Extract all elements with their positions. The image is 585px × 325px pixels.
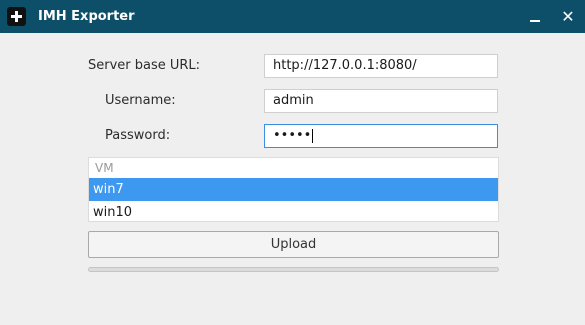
upload-progress-bar — [88, 267, 499, 272]
username-value: admin — [273, 93, 314, 108]
password-value: ••••• — [273, 128, 312, 143]
server-url-value: http://127.0.0.1:8080/ — [273, 58, 417, 73]
text-caret — [312, 128, 314, 143]
vm-list-item-win10[interactable]: win10 — [89, 201, 498, 224]
vm-list-header[interactable]: VM — [89, 158, 498, 178]
minimize-button[interactable] — [523, 0, 547, 33]
window-title: IMH Exporter — [38, 9, 135, 24]
password-input[interactable]: ••••• — [264, 124, 498, 148]
upload-button[interactable]: Upload — [88, 231, 499, 258]
exporter-window: IMH Exporter ✕ Server base URL: http://1… — [0, 0, 585, 325]
vm-list-item-win7[interactable]: win7 — [89, 178, 498, 201]
server-url-label: Server base URL: — [88, 58, 201, 73]
minimize-icon — [530, 20, 540, 22]
close-button[interactable]: ✕ — [555, 0, 581, 33]
password-label: Password: — [105, 128, 171, 143]
username-input[interactable]: admin — [264, 89, 498, 113]
server-url-input[interactable]: http://127.0.0.1:8080/ — [264, 54, 498, 78]
app-plus-icon — [7, 7, 26, 26]
close-icon: ✕ — [561, 7, 575, 26]
username-label: Username: — [105, 93, 176, 108]
title-bar[interactable]: IMH Exporter ✕ — [0, 0, 585, 33]
vm-list[interactable]: VM win7 win10 — [88, 157, 499, 222]
